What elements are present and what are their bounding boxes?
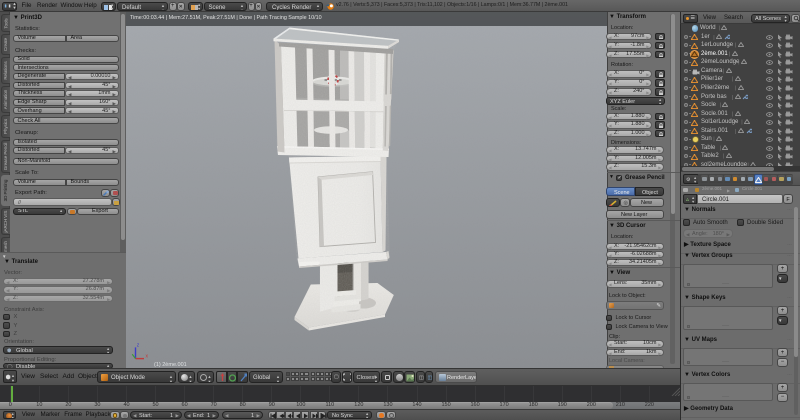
svg-text:z: z xyxy=(137,343,140,349)
svg-text:x: x xyxy=(146,354,149,360)
